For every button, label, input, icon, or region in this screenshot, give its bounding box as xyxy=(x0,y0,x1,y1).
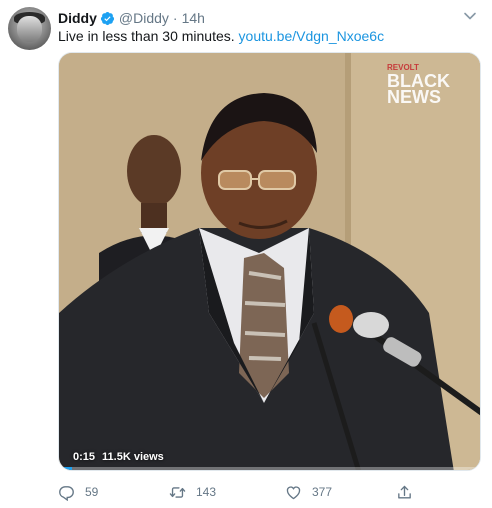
avatar[interactable] xyxy=(8,7,51,50)
video-info: 0:15 11.5K views xyxy=(67,448,170,466)
verified-badge-icon xyxy=(100,11,114,25)
like-count: 377 xyxy=(312,485,333,499)
retweet-button[interactable]: 143 xyxy=(169,482,216,502)
retweet-icon xyxy=(169,486,186,498)
like-button[interactable]: 377 xyxy=(285,482,332,502)
reply-count: 59 xyxy=(85,485,99,499)
video-view-count: 11.5K views xyxy=(102,451,164,463)
reply-button[interactable]: 59 xyxy=(58,482,98,502)
tweet-body: Live in less than 30 minutes. xyxy=(58,28,235,44)
share-button[interactable] xyxy=(396,482,413,502)
tweet-link[interactable]: youtu.be/Vdgn_Nxoe6c xyxy=(239,28,385,44)
video-progress-fill xyxy=(59,467,72,470)
separator-dot: · xyxy=(172,10,178,26)
tweet[interactable]: Diddy @Diddy · 14h Live in less than 30 … xyxy=(0,0,492,508)
reply-icon xyxy=(59,485,74,501)
share-icon xyxy=(398,485,411,498)
video-elapsed-time: 0:15 xyxy=(73,451,96,463)
video-player[interactable]: REVOLT BLACK NEWS 0:15 11.5K views xyxy=(58,52,481,471)
user-handle[interactable]: @Diddy xyxy=(119,10,169,26)
watermark-line3: NEWS xyxy=(387,87,441,107)
tweet-header: Diddy @Diddy · 14h xyxy=(58,9,205,27)
tweet-timestamp[interactable]: 14h xyxy=(182,10,205,26)
chevron-down-icon[interactable] xyxy=(463,11,477,21)
display-name[interactable]: Diddy xyxy=(58,10,97,26)
retweet-count: 143 xyxy=(196,485,217,499)
video-frame: REVOLT BLACK NEWS xyxy=(59,53,480,470)
tweet-actions: 59 143 377 xyxy=(58,482,418,502)
like-icon xyxy=(286,485,301,499)
tweet-text: Live in less than 30 minutes. youtu.be/V… xyxy=(58,27,384,45)
video-progress-bar[interactable] xyxy=(59,467,480,470)
